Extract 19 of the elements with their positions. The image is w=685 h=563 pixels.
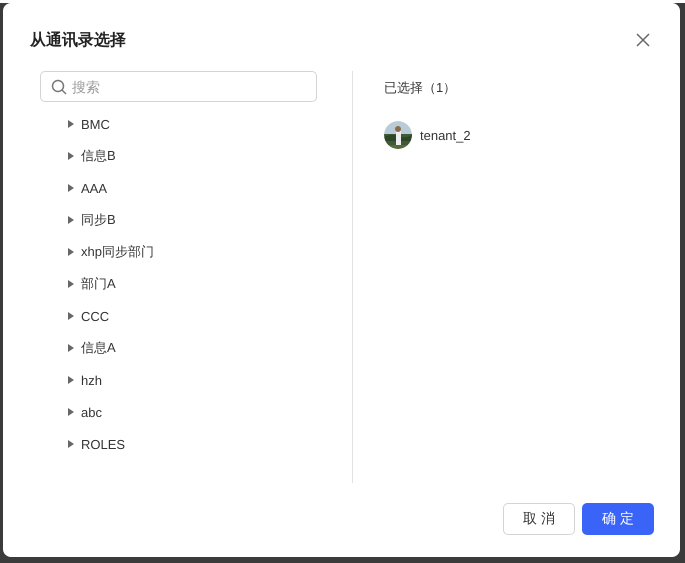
tree-item[interactable]: xhp同步部门: [40, 236, 352, 268]
tree-item[interactable]: BMC: [40, 108, 352, 140]
tree-item[interactable]: AAA: [40, 172, 352, 204]
tree-item[interactable]: CCC: [40, 300, 352, 332]
tree-item[interactable]: 部门A: [40, 268, 352, 300]
dialog-title: 从通讯录选择: [30, 30, 126, 50]
tree-item[interactable]: ROLES: [40, 428, 352, 460]
search-field[interactable]: 搜索: [40, 71, 317, 102]
tree-item[interactable]: 信息A: [40, 332, 352, 364]
tree-item[interactable]: hzh: [40, 364, 352, 396]
tree-item[interactable]: 同步B: [40, 204, 352, 236]
selected-heading: 已选择（1）: [384, 79, 458, 97]
search-icon: [51, 79, 67, 95]
selected-user-name: tenant_2: [420, 128, 471, 142]
tree-item[interactable]: abc: [40, 396, 352, 428]
cancel-button[interactable]: 取 消: [503, 503, 575, 535]
close-icon: [636, 33, 650, 47]
confirm-button[interactable]: 确 定: [582, 503, 654, 535]
tree-item[interactable]: 信息B: [40, 140, 352, 172]
